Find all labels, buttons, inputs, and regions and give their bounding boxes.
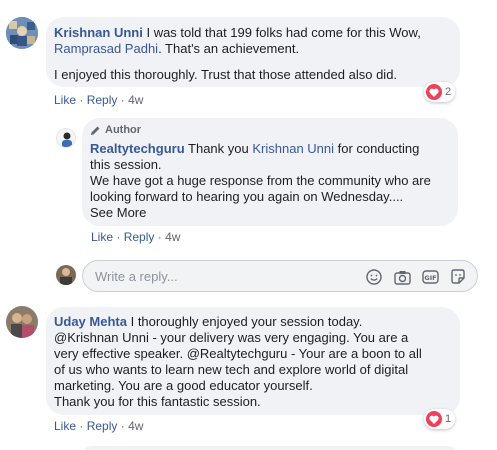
author-badge-label: Author — [105, 124, 142, 136]
reaction-count: 1 — [445, 413, 452, 425]
heart-reaction-icon — [426, 411, 442, 427]
avatar-krishnan-unni[interactable] — [6, 17, 38, 49]
comment-timestamp[interactable]: 4w — [128, 93, 143, 107]
reaction-summary-krishnan-unni[interactable]: 2 — [424, 82, 456, 102]
comment-body-line2: @Krishnan Unni - your delivery was very … — [54, 330, 409, 345]
comment-body-line4: of us who wants to learn new tech and ex… — [54, 362, 409, 377]
avatar-krishnan-unni-image — [6, 17, 38, 49]
like-button[interactable]: Like — [54, 93, 76, 107]
reply-bubble-realtytechguru: Author Realtytechguru Thank you Krishnan… — [82, 118, 458, 226]
reply-text-line2: this session. — [90, 157, 162, 172]
reply-button[interactable]: Reply — [87, 93, 118, 107]
reply-button[interactable]: Reply — [87, 419, 118, 433]
reply-input[interactable]: Write a reply... — [95, 269, 178, 284]
reply-actions-realtytechguru: Like · Reply · 4w — [91, 230, 180, 244]
comment-timestamp[interactable]: 4w — [128, 419, 143, 433]
avatar-uday-mehta-image — [6, 306, 38, 338]
reply-timestamp[interactable]: 4w — [165, 230, 180, 244]
comment-actions-krishnan-unni: Like · Reply · 4w — [54, 93, 143, 107]
reply-input-box[interactable]: Write a reply... GIF — [82, 260, 478, 292]
reply-body-pre: Thank you — [188, 141, 249, 156]
emoji-icon[interactable] — [365, 268, 383, 286]
reply-text-line4: looking forward to hearing you again on … — [90, 189, 404, 204]
separator-dot: · — [157, 230, 162, 244]
reaction-count: 2 — [445, 86, 452, 98]
author-badge: Author — [90, 124, 141, 136]
reply-text-line1: Realtytechguru Thank you Krishnan Unni f… — [90, 141, 419, 157]
see-more-link[interactable]: See More — [90, 205, 146, 221]
heart-reaction-icon — [426, 84, 442, 100]
avatar-uday-mehta[interactable] — [6, 306, 38, 338]
current-user-avatar-image — [56, 265, 76, 285]
comment-text-line1: Uday Mehta I thoroughly enjoyed your ses… — [54, 314, 362, 330]
comment-author-krishnan-unni[interactable]: Krishnan Unni — [54, 25, 143, 40]
comment-body-line3: very effective speaker. @Realtytechguru … — [54, 346, 422, 361]
avatar-realtytechguru[interactable] — [56, 128, 76, 148]
comment-actions-uday-mehta: Like · Reply · 4w — [54, 419, 143, 433]
next-reply-bubble-partial — [82, 446, 458, 450]
svg-text:GIF: GIF — [424, 274, 436, 282]
separator-dot: · — [120, 419, 125, 433]
comment-bubble-krishnan-unni: Krishnan Unni I was told that 199 folks … — [46, 17, 460, 87]
avatar-realtytechguru-image — [57, 129, 75, 147]
comment-author-uday-mehta[interactable]: Uday Mehta — [54, 314, 127, 329]
comment-body-after-mention: . That's an achievement. — [158, 41, 300, 56]
reaction-summary-uday-mehta[interactable]: 1 — [424, 409, 456, 429]
reply-text-line3: We have got a huge response from the com… — [90, 173, 431, 188]
separator-dot: · — [79, 419, 84, 433]
comment-body-line6: Thank you for this fantastic session. — [54, 394, 261, 409]
camera-icon[interactable] — [393, 268, 411, 286]
comment-body-line1: I was told that 199 folks had come for t… — [146, 25, 421, 40]
comment-text-line2: Ramprasad Padhi. That's an achievement. — [54, 41, 299, 57]
gif-icon[interactable]: GIF — [421, 268, 439, 286]
like-button[interactable]: Like — [91, 230, 113, 244]
pen-icon — [90, 125, 101, 136]
comment-bubble-uday-mehta: Uday Mehta I thoroughly enjoyed your ses… — [46, 307, 460, 415]
separator-dot: · — [116, 230, 121, 244]
comment-body-paragraph2: I enjoyed this thoroughly. Trust that th… — [54, 67, 398, 82]
like-button[interactable]: Like — [54, 419, 76, 433]
mention-ramprasad-padhi[interactable]: Ramprasad Padhi — [54, 41, 158, 56]
current-user-avatar — [56, 265, 76, 285]
separator-dot: · — [79, 93, 84, 107]
reply-body-post: for conducting — [337, 141, 420, 156]
reply-author-realtytechguru[interactable]: Realtytechguru — [90, 141, 185, 156]
reply-button[interactable]: Reply — [124, 230, 155, 244]
separator-dot: · — [120, 93, 125, 107]
comment-body-line1: I thoroughly enjoyed your session today. — [130, 314, 363, 329]
comment-body-line5: marketing. You are a good educator yours… — [54, 378, 313, 393]
comment-text-krishnan-unni: Krishnan Unni I was told that 199 folks … — [54, 25, 454, 41]
mention-krishnan-unni[interactable]: Krishnan Unni — [252, 141, 334, 156]
sticker-icon[interactable] — [449, 268, 467, 286]
